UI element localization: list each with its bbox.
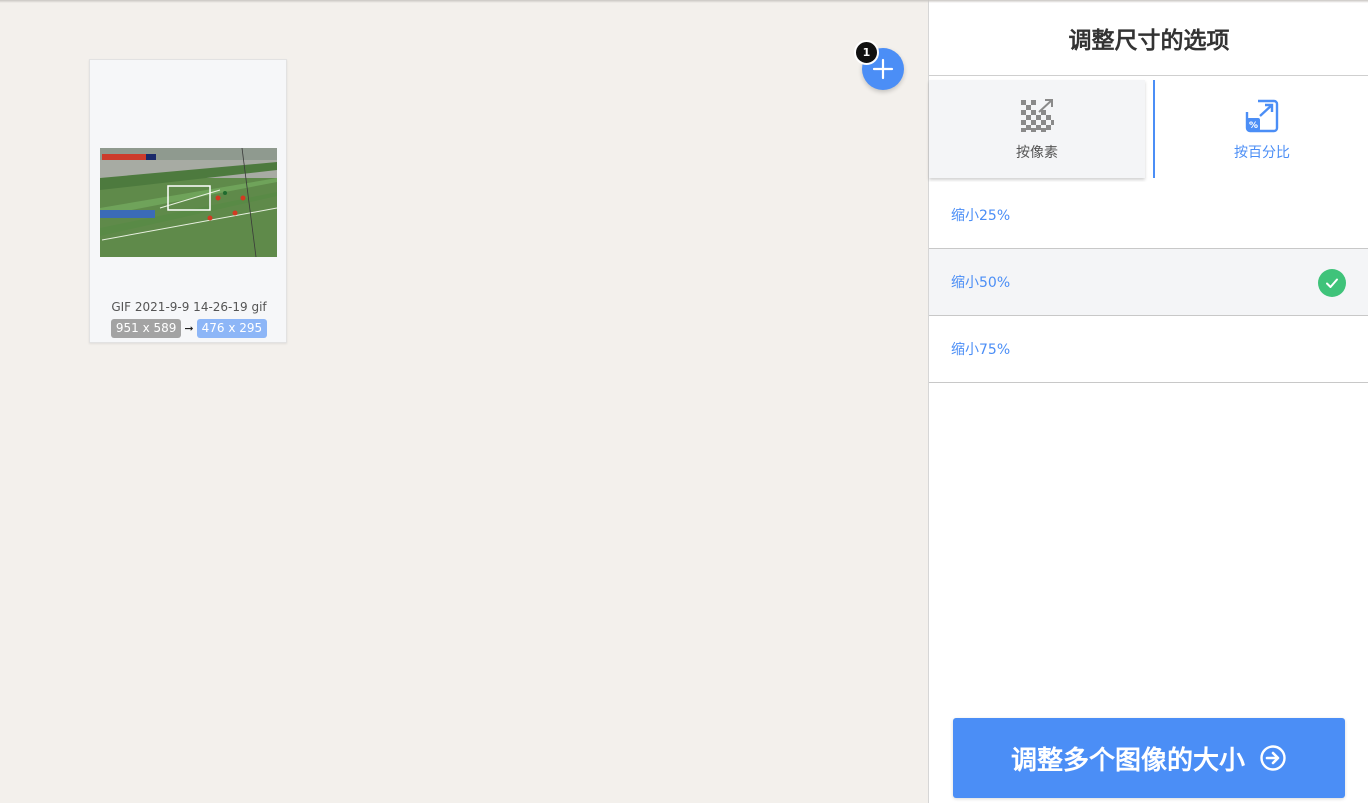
new-size-badge: 476 x 295	[196, 318, 268, 338]
arrow-circle-right-icon	[1260, 745, 1286, 771]
option-label: 缩小25%	[951, 208, 1011, 224]
check-icon	[1318, 269, 1346, 297]
pixel-resize-icon	[1021, 99, 1054, 132]
tab-label: 按百分比	[1234, 145, 1290, 161]
resize-button-label: 调整多个图像的大小	[1010, 745, 1245, 776]
file-card[interactable]: GIF 2021-9-9 14-26-19 gif 951 x 589 ➞ 47…	[89, 59, 287, 343]
option-label: 缩小50%	[951, 275, 1011, 291]
original-size-badge: 951 x 589	[110, 318, 182, 338]
tab-by-percentage[interactable]: % 按百分比	[1153, 80, 1368, 178]
svg-text:%: %	[1249, 121, 1258, 131]
top-shadow	[0, 0, 1368, 3]
size-conversion: 951 x 589 ➞ 476 x 295	[90, 318, 288, 338]
file-count-badge: 1	[854, 40, 879, 65]
arrow-right-icon: ➞	[184, 321, 194, 335]
tab-by-pixels[interactable]: 按像素	[929, 80, 1145, 178]
option-reduce-25[interactable]: 缩小25%	[929, 182, 1368, 249]
percent-resize-icon: %	[1245, 99, 1279, 133]
tab-label: 按像素	[1016, 145, 1058, 161]
option-label: 缩小75%	[951, 342, 1011, 358]
file-thumbnail	[100, 148, 277, 257]
option-reduce-75[interactable]: 缩小75%	[929, 316, 1368, 383]
options-panel: 调整尺寸的选项 按像素 % 按百分比 缩小25% 缩小50% 缩小75% 调整多…	[928, 0, 1368, 803]
option-reduce-50[interactable]: 缩小50%	[929, 249, 1368, 316]
resize-images-button[interactable]: 调整多个图像的大小	[953, 718, 1345, 798]
workspace: GIF 2021-9-9 14-26-19 gif 951 x 589 ➞ 47…	[0, 0, 928, 803]
file-name: GIF 2021-9-9 14-26-19 gif	[111, 300, 267, 314]
panel-title: 调整尺寸的选项	[929, 0, 1368, 76]
